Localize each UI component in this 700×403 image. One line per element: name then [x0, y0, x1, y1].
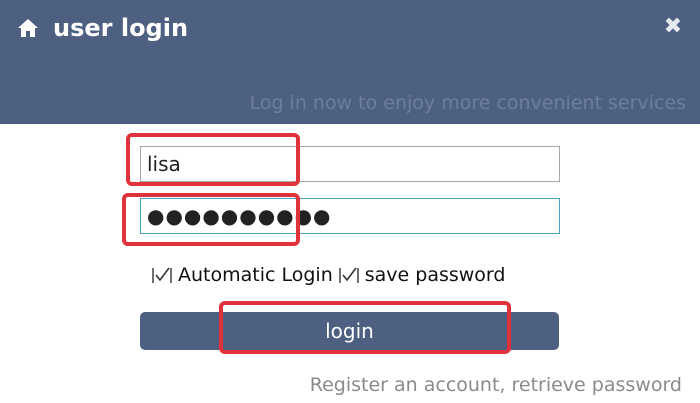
password-input[interactable] — [140, 198, 560, 234]
username-input[interactable] — [140, 146, 560, 182]
automatic-login-label: Automatic Login — [178, 264, 333, 286]
home-icon — [16, 16, 40, 40]
login-options: Automatic Login save password — [152, 260, 511, 290]
subtitle: Log in now to enjoy more convenient serv… — [249, 92, 686, 114]
save-password-checkbox[interactable] — [339, 265, 359, 285]
checkbox-icon — [339, 267, 359, 283]
checkbox-icon — [152, 267, 172, 283]
close-icon[interactable]: ✖ — [660, 14, 686, 40]
register-retrieve-links[interactable]: Register an account, retrieve password — [310, 373, 682, 397]
window-title: user login — [53, 14, 189, 42]
automatic-login-checkbox[interactable] — [152, 265, 172, 285]
login-button[interactable]: login — [140, 312, 559, 350]
save-password-label: save password — [364, 264, 506, 286]
login-window: user login ✖ Log in now to enjoy more co… — [0, 0, 700, 403]
window-header: user login ✖ Log in now to enjoy more co… — [0, 0, 700, 124]
